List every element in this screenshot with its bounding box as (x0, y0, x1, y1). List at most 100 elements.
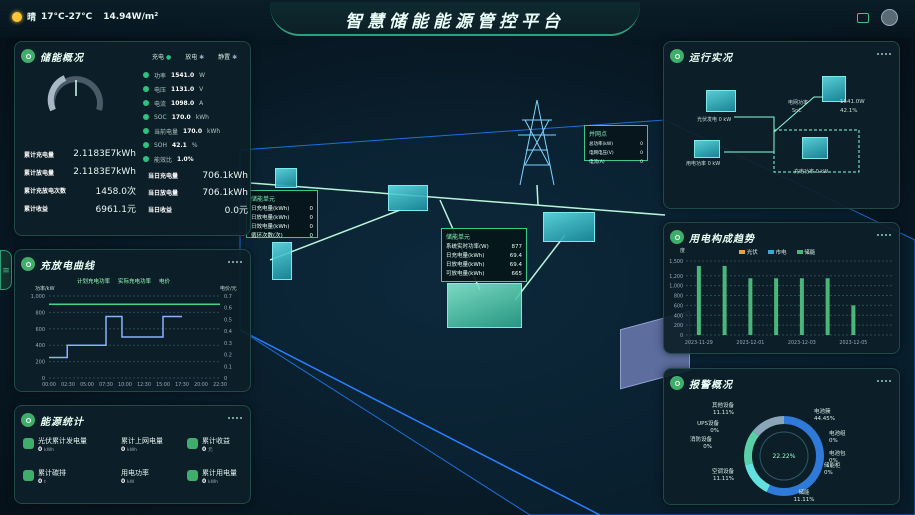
today-label: 当日充电量 (148, 173, 179, 180)
energy-stats-panel: 能源统计 光伏累计发电量 0 kWh 累计上网电量 0 kWh 累计收益 0 元累计碳排 0… (14, 405, 251, 504)
storage-container[interactable] (447, 283, 522, 328)
y-tick-label: 1,000 (669, 284, 683, 290)
donut-slice[interactable] (752, 416, 784, 437)
y-tick-label: 0 (680, 333, 683, 339)
metric-label: SOH (154, 141, 168, 149)
charge-curve-panel: 充放电曲线 计划充电功率 实际充电功率 电价 功率/kW 电价/元 0 200 40… (14, 249, 251, 392)
energy-stat-item: 用电功率 0 kW (121, 468, 149, 485)
donut-label: 电池组 0% (829, 429, 846, 444)
donut-slice[interactable] (744, 431, 759, 465)
usage-trend-panel: 用电构成趋势 度 光伏 市电 储能 0 200 400 600 800 1,000 1,20… (663, 222, 900, 354)
storage-cabinet-3[interactable] (275, 168, 297, 188)
bar-storage[interactable] (799, 278, 804, 335)
metric-unit: kWh (207, 127, 221, 135)
popup-grid-point: 并网点 总功率(kW) 0 电网电压(V) 0 电流(A) 0 (584, 125, 648, 165)
energy-label: 光伏累计发电量 (38, 437, 87, 445)
popup-storage-unit-2: 储能单元 系统实时功率(W) 877 日充电量(kWh) 69.4 日放电量(kWh… (441, 228, 527, 282)
energy-unit: t (44, 480, 46, 485)
status-tab-discharge[interactable]: 放电 ✱ (185, 52, 204, 61)
energy-value: 0 (202, 446, 207, 453)
total-value: 2.1183E7kWh (73, 149, 136, 159)
legend-planned: 计划充电功率 (77, 279, 111, 285)
energy-label: 用电功率 (121, 469, 149, 477)
grid-power-label: 电网功率 (788, 100, 809, 106)
status-dot-icon (143, 128, 149, 134)
energy-icon (23, 470, 34, 481)
metric-row: 电压 1131.0 V (143, 82, 243, 96)
popup-storage-unit-1: 储能单元 日充电量(kWh) 0 日放电量(kWh) 0 日效电量(kWh) 0 循环… (246, 190, 318, 239)
pv-label: 光伏发电 0 kW (697, 117, 732, 123)
y-tick-label: 1,000 (31, 294, 45, 300)
bar-storage[interactable] (696, 265, 701, 335)
metric-unit: V (199, 85, 204, 93)
y2-tick-label: 0.7 (224, 294, 232, 300)
y-tick-label: 400 (35, 343, 45, 349)
x-tick-label: 02:30 (61, 382, 75, 388)
metric-row: 电流 1098.0 A (143, 96, 243, 110)
charge-device-icon (802, 137, 828, 159)
x-tick-label: 20:00 (194, 382, 208, 388)
storage-cabinet-2[interactable] (388, 185, 428, 211)
storage-overview-panel: 储能概况 充电 ● 放电 ✱ 静置 ✱ 功率 1541.0 W 电压 1131.0 V 电流… (14, 41, 251, 236)
y2-tick-label: 0.4 (224, 329, 232, 335)
load-label: 用电功率 0 kW (686, 161, 721, 167)
location-pin-icon (21, 413, 35, 427)
donut-slice[interactable] (745, 463, 771, 493)
location-pin-icon (21, 257, 35, 271)
total-label: 累计充放电次数 (24, 187, 67, 195)
status-tab-charge[interactable]: 充电 ● (152, 52, 171, 61)
energy-unit: kWh (127, 448, 138, 453)
metric-label: 功率 (154, 72, 167, 80)
x-tick-label: 2023-12-05 (839, 340, 867, 346)
y-tick-label: 800 (35, 310, 45, 316)
energy-icon (23, 438, 34, 449)
bar-storage[interactable] (722, 265, 727, 335)
metric-row: 功率 1541.0 W (143, 68, 243, 82)
total-label: 累计放电量 (24, 169, 55, 177)
energy-icon (187, 470, 198, 481)
storage-cabinet-4[interactable] (543, 212, 595, 242)
status-dot-icon (143, 100, 149, 106)
donut-label: 空调设备 11.11% (712, 467, 735, 482)
x-tick-label: 00:00 (42, 382, 56, 388)
today-row: 当日放电量 706.1kWh (148, 184, 248, 201)
energy-value: 0 (38, 478, 43, 485)
energy-stat-item: 累计收益 0 元 (187, 436, 230, 453)
alarm-panel: 报警概况 其他设备 11.11% UPS设备 0% 消防设备 0% 空调设备 11.11% 储能… (663, 368, 900, 505)
metric-label: 能效比 (154, 156, 173, 164)
metric-label: SOC (154, 113, 167, 121)
alarm-donut-chart: 其他设备 11.11%UPS设备 0%消防设备 0%空调设备 11.11%储能 11.11… (690, 401, 846, 503)
flow-lines (724, 96, 860, 173)
bar-storage[interactable] (774, 278, 779, 335)
x-tick-label: 07:30 (99, 382, 113, 388)
status-tab-idle[interactable]: 静置 ✱ (218, 52, 237, 61)
metric-value: 170.0 (183, 127, 202, 135)
donut-label: 储能柜 0% (824, 461, 841, 476)
donut-center-value: 22.22% (772, 453, 796, 460)
energy-value: 0 (38, 446, 43, 453)
left-collapse-tab[interactable]: ≡ (0, 250, 12, 290)
metric-unit: % (191, 141, 198, 149)
metric-value: 1541.0 (171, 71, 195, 79)
y2-tick-label: 0.6 (224, 306, 232, 312)
total-row: 累计收益 6961.1元 (24, 199, 136, 217)
status-dot-icon (143, 114, 149, 120)
metric-label: 电压 (154, 86, 167, 94)
metric-value: 1131.0 (171, 85, 195, 93)
donut-label: 其他设备 11.11% (712, 401, 735, 416)
bar-storage[interactable] (825, 278, 830, 335)
pv-device-icon (706, 90, 736, 112)
energy-unit: kWh (44, 448, 55, 453)
bar-storage[interactable] (851, 305, 856, 335)
bar-storage[interactable] (748, 278, 753, 335)
storage-cabinet-1[interactable] (272, 242, 292, 280)
energy-value: 0 (121, 478, 126, 485)
today-value: 706.1kWh (202, 187, 248, 198)
energy-stat-item: 光伏累计发电量 0 kWh (23, 436, 87, 453)
load-device-icon (694, 140, 720, 158)
x-tick-label: 12:30 (137, 382, 151, 388)
metric-label: 电流 (154, 100, 167, 108)
energy-icon (187, 438, 198, 449)
today-label: 当日收益 (148, 207, 173, 214)
y-tick-label: 1,200 (669, 274, 683, 280)
